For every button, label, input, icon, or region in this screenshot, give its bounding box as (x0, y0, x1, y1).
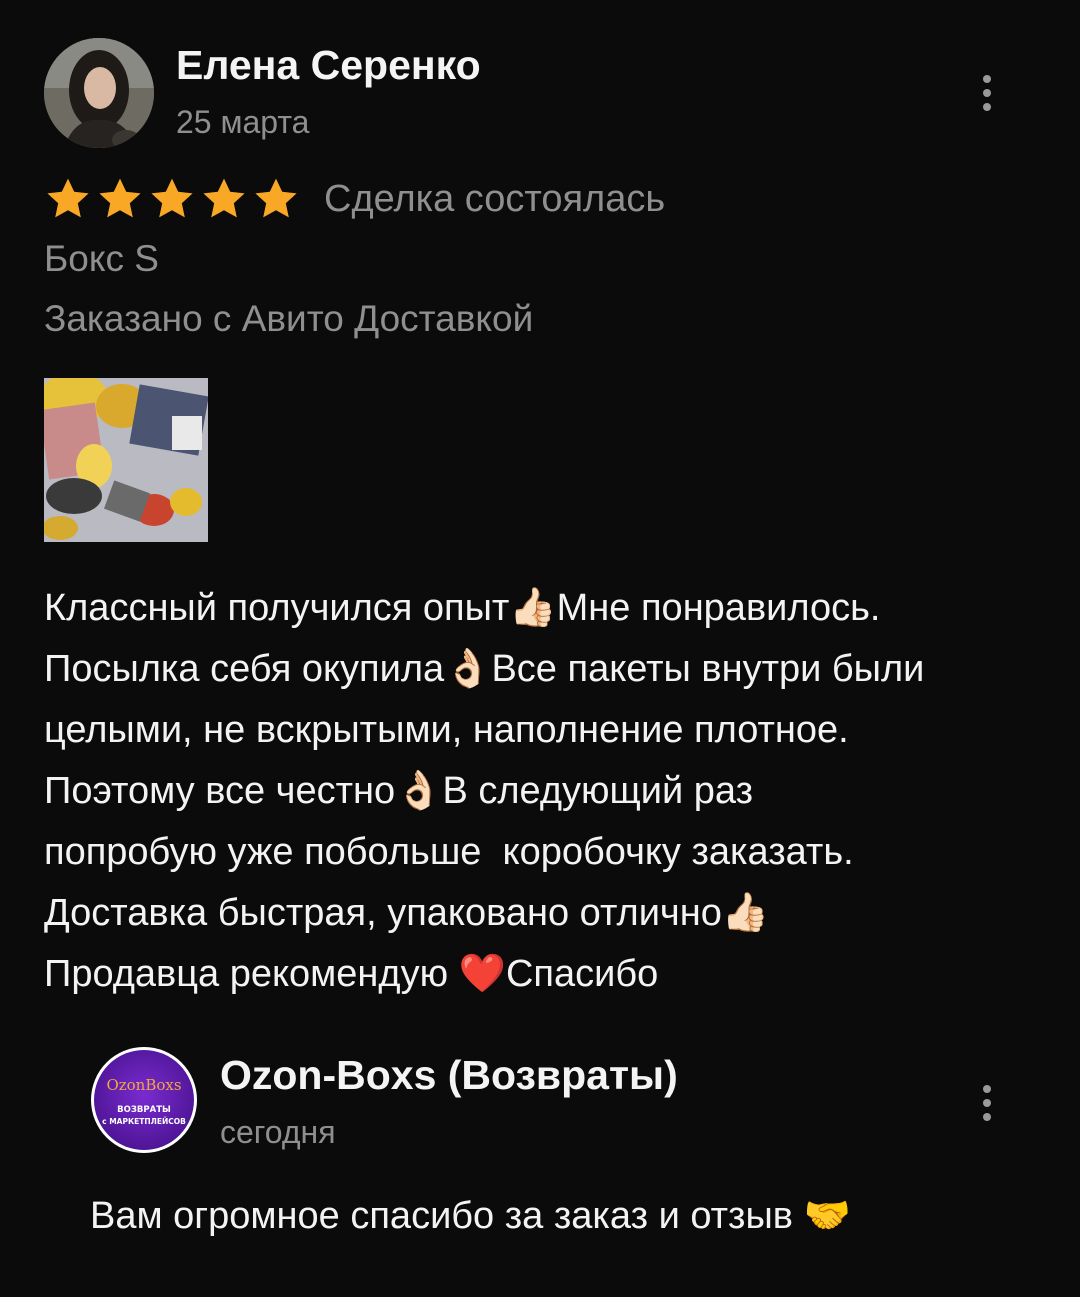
star-rating (44, 175, 300, 223)
reply-more-options-button[interactable] (972, 1078, 1002, 1128)
review-card: Елена Серенко 25 марта Сделка состоялась… (0, 0, 1080, 1020)
star-icon (151, 178, 193, 218)
reply-text: Вам огромное спасибо за заказ и отзыв 🤝 (90, 1195, 851, 1237)
review-date: 25 марта (176, 104, 310, 140)
more-vertical-icon-dot (983, 89, 991, 97)
review-text-line: Продавца рекомендую ❤️Спасибо (44, 953, 659, 995)
seller-logo-line1: ВОЗВРАТЫ (117, 1105, 171, 1115)
review-text-line: Посылка себя окупила👌🏻Все пакеты внутри … (44, 648, 925, 690)
more-vertical-icon-dot (983, 1113, 991, 1121)
more-vertical-icon (983, 75, 991, 83)
seller-logo-title: OzonBoxs (106, 1076, 181, 1094)
review-photo-thumbnail[interactable] (44, 378, 208, 542)
star-icon (203, 178, 245, 218)
review-text-line: Поэтому все честно👌🏻В следующий раз (44, 770, 754, 812)
review-text-line: Классный получился опыт👍🏻Мне понравилось… (44, 587, 881, 629)
delivery-note: Заказано с Авито Доставкой (44, 298, 534, 339)
more-vertical-icon-dot (983, 103, 991, 111)
author-avatar[interactable] (44, 38, 154, 148)
more-vertical-icon (983, 1085, 991, 1093)
review-text: Классный получился опыт👍🏻Мне понравилось… (44, 578, 1044, 1005)
review-text-line: Доставка быстрая, упаковано отлично👍🏻 (44, 892, 770, 934)
deal-status: Сделка состоялась (324, 177, 666, 220)
star-icon (255, 178, 297, 218)
product-name: Бокс S (44, 238, 159, 279)
reply-date: сегодня (220, 1114, 336, 1150)
rating-row: Сделка состоялась (44, 172, 665, 226)
seller-reply: OzonBoxs ВОЗВРАТЫ с МАРКЕТПЛЕЙСОВ Ozon-B… (0, 1030, 1080, 1280)
author-name[interactable]: Елена Серенко (176, 42, 481, 89)
seller-logo-line2: с МАРКЕТПЛЕЙСОВ (102, 1117, 186, 1126)
star-icon (47, 178, 89, 218)
seller-logo-avatar[interactable]: OzonBoxs ВОЗВРАТЫ с МАРКЕТПЛЕЙСОВ (90, 1046, 198, 1154)
seller-name[interactable]: Ozon-Boxs (Возвраты) (220, 1052, 678, 1099)
star-icon (99, 178, 141, 218)
more-vertical-icon-dot (983, 1099, 991, 1107)
review-text-line: попробую уже побольше коробочку заказать… (44, 831, 854, 873)
more-options-button[interactable] (972, 68, 1002, 118)
review-text-line: целыми, не вскрытыми, наполнение плотное… (44, 709, 849, 751)
